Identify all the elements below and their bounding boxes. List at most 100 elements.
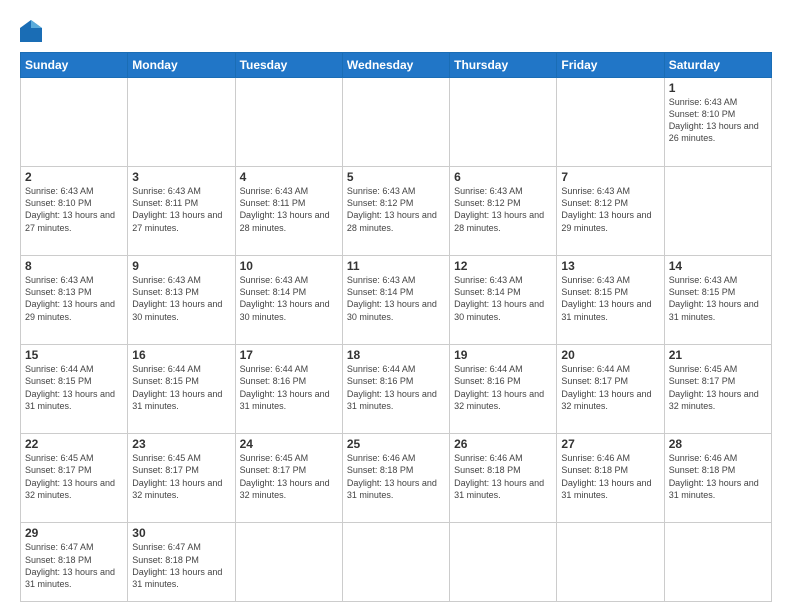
day-info: Sunrise: 6:43 AMSunset: 8:10 PMDaylight:… (25, 186, 115, 232)
day-info: Sunrise: 6:44 AMSunset: 8:16 PMDaylight:… (347, 364, 437, 410)
calendar-cell: 1 Sunrise: 6:43 AMSunset: 8:10 PMDayligh… (664, 78, 771, 167)
day-number: 12 (454, 259, 552, 273)
logo (20, 18, 46, 42)
day-info: Sunrise: 6:44 AMSunset: 8:15 PMDaylight:… (25, 364, 115, 410)
day-number: 11 (347, 259, 445, 273)
calendar-cell: 9 Sunrise: 6:43 AMSunset: 8:13 PMDayligh… (128, 256, 235, 345)
col-header-thursday: Thursday (450, 53, 557, 78)
logo-icon (20, 20, 42, 42)
calendar-cell (128, 78, 235, 167)
calendar-cell: 29 Sunrise: 6:47 AMSunset: 8:18 PMDaylig… (21, 523, 128, 602)
day-info: Sunrise: 6:46 AMSunset: 8:18 PMDaylight:… (561, 453, 651, 499)
calendar-cell (557, 78, 664, 167)
calendar-row: 15 Sunrise: 6:44 AMSunset: 8:15 PMDaylig… (21, 345, 772, 434)
calendar-cell: 27 Sunrise: 6:46 AMSunset: 8:18 PMDaylig… (557, 434, 664, 523)
calendar-row: 1 Sunrise: 6:43 AMSunset: 8:10 PMDayligh… (21, 78, 772, 167)
day-info: Sunrise: 6:43 AMSunset: 8:12 PMDaylight:… (454, 186, 544, 232)
calendar-cell (342, 523, 449, 602)
day-info: Sunrise: 6:46 AMSunset: 8:18 PMDaylight:… (347, 453, 437, 499)
day-info: Sunrise: 6:44 AMSunset: 8:16 PMDaylight:… (240, 364, 330, 410)
calendar-cell (235, 78, 342, 167)
calendar-row: 8 Sunrise: 6:43 AMSunset: 8:13 PMDayligh… (21, 256, 772, 345)
calendar-cell: 21 Sunrise: 6:45 AMSunset: 8:17 PMDaylig… (664, 345, 771, 434)
day-info: Sunrise: 6:43 AMSunset: 8:12 PMDaylight:… (561, 186, 651, 232)
day-number: 3 (132, 170, 230, 184)
day-number: 7 (561, 170, 659, 184)
day-number: 20 (561, 348, 659, 362)
day-number: 2 (25, 170, 123, 184)
col-header-wednesday: Wednesday (342, 53, 449, 78)
calendar-cell: 2 Sunrise: 6:43 AMSunset: 8:10 PMDayligh… (21, 167, 128, 256)
calendar-cell: 10 Sunrise: 6:43 AMSunset: 8:14 PMDaylig… (235, 256, 342, 345)
header (20, 18, 772, 42)
day-number: 13 (561, 259, 659, 273)
calendar-cell (342, 78, 449, 167)
day-info: Sunrise: 6:43 AMSunset: 8:14 PMDaylight:… (347, 275, 437, 321)
day-number: 22 (25, 437, 123, 451)
col-header-saturday: Saturday (664, 53, 771, 78)
calendar-cell: 25 Sunrise: 6:46 AMSunset: 8:18 PMDaylig… (342, 434, 449, 523)
calendar-cell: 4 Sunrise: 6:43 AMSunset: 8:11 PMDayligh… (235, 167, 342, 256)
day-number: 8 (25, 259, 123, 273)
day-info: Sunrise: 6:43 AMSunset: 8:12 PMDaylight:… (347, 186, 437, 232)
day-number: 16 (132, 348, 230, 362)
calendar-cell: 28 Sunrise: 6:46 AMSunset: 8:18 PMDaylig… (664, 434, 771, 523)
calendar-cell: 24 Sunrise: 6:45 AMSunset: 8:17 PMDaylig… (235, 434, 342, 523)
calendar-cell: 20 Sunrise: 6:44 AMSunset: 8:17 PMDaylig… (557, 345, 664, 434)
day-info: Sunrise: 6:45 AMSunset: 8:17 PMDaylight:… (132, 453, 222, 499)
day-number: 21 (669, 348, 767, 362)
day-info: Sunrise: 6:43 AMSunset: 8:11 PMDaylight:… (132, 186, 222, 232)
day-number: 25 (347, 437, 445, 451)
day-info: Sunrise: 6:43 AMSunset: 8:15 PMDaylight:… (561, 275, 651, 321)
day-number: 26 (454, 437, 552, 451)
calendar-cell: 15 Sunrise: 6:44 AMSunset: 8:15 PMDaylig… (21, 345, 128, 434)
day-number: 24 (240, 437, 338, 451)
day-info: Sunrise: 6:45 AMSunset: 8:17 PMDaylight:… (669, 364, 759, 410)
day-number: 30 (132, 526, 230, 540)
day-info: Sunrise: 6:46 AMSunset: 8:18 PMDaylight:… (669, 453, 759, 499)
day-info: Sunrise: 6:43 AMSunset: 8:14 PMDaylight:… (240, 275, 330, 321)
day-info: Sunrise: 6:43 AMSunset: 8:11 PMDaylight:… (240, 186, 330, 232)
day-number: 27 (561, 437, 659, 451)
day-number: 9 (132, 259, 230, 273)
calendar-cell: 5 Sunrise: 6:43 AMSunset: 8:12 PMDayligh… (342, 167, 449, 256)
calendar-cell: 12 Sunrise: 6:43 AMSunset: 8:14 PMDaylig… (450, 256, 557, 345)
day-number: 18 (347, 348, 445, 362)
day-number: 10 (240, 259, 338, 273)
col-header-friday: Friday (557, 53, 664, 78)
day-number: 15 (25, 348, 123, 362)
calendar-row: 22 Sunrise: 6:45 AMSunset: 8:17 PMDaylig… (21, 434, 772, 523)
day-number: 5 (347, 170, 445, 184)
calendar-cell: 13 Sunrise: 6:43 AMSunset: 8:15 PMDaylig… (557, 256, 664, 345)
day-number: 28 (669, 437, 767, 451)
calendar-cell (21, 78, 128, 167)
day-number: 23 (132, 437, 230, 451)
day-info: Sunrise: 6:43 AMSunset: 8:13 PMDaylight:… (25, 275, 115, 321)
calendar-cell: 6 Sunrise: 6:43 AMSunset: 8:12 PMDayligh… (450, 167, 557, 256)
day-number: 1 (669, 81, 767, 95)
calendar-cell: 19 Sunrise: 6:44 AMSunset: 8:16 PMDaylig… (450, 345, 557, 434)
col-header-sunday: Sunday (21, 53, 128, 78)
day-number: 6 (454, 170, 552, 184)
calendar-cell: 3 Sunrise: 6:43 AMSunset: 8:11 PMDayligh… (128, 167, 235, 256)
calendar-cell: 16 Sunrise: 6:44 AMSunset: 8:15 PMDaylig… (128, 345, 235, 434)
col-header-monday: Monday (128, 53, 235, 78)
calendar-cell: 7 Sunrise: 6:43 AMSunset: 8:12 PMDayligh… (557, 167, 664, 256)
day-info: Sunrise: 6:46 AMSunset: 8:18 PMDaylight:… (454, 453, 544, 499)
day-number: 19 (454, 348, 552, 362)
col-header-tuesday: Tuesday (235, 53, 342, 78)
calendar-cell: 23 Sunrise: 6:45 AMSunset: 8:17 PMDaylig… (128, 434, 235, 523)
day-info: Sunrise: 6:44 AMSunset: 8:16 PMDaylight:… (454, 364, 544, 410)
day-info: Sunrise: 6:45 AMSunset: 8:17 PMDaylight:… (240, 453, 330, 499)
calendar-cell: 26 Sunrise: 6:46 AMSunset: 8:18 PMDaylig… (450, 434, 557, 523)
calendar-cell (235, 523, 342, 602)
page: SundayMondayTuesdayWednesdayThursdayFrid… (0, 0, 792, 612)
day-info: Sunrise: 6:43 AMSunset: 8:15 PMDaylight:… (669, 275, 759, 321)
calendar-header-row: SundayMondayTuesdayWednesdayThursdayFrid… (21, 53, 772, 78)
day-number: 4 (240, 170, 338, 184)
day-number: 17 (240, 348, 338, 362)
calendar-cell: 11 Sunrise: 6:43 AMSunset: 8:14 PMDaylig… (342, 256, 449, 345)
calendar-cell (664, 523, 771, 602)
calendar-cell: 8 Sunrise: 6:43 AMSunset: 8:13 PMDayligh… (21, 256, 128, 345)
calendar-cell (557, 523, 664, 602)
